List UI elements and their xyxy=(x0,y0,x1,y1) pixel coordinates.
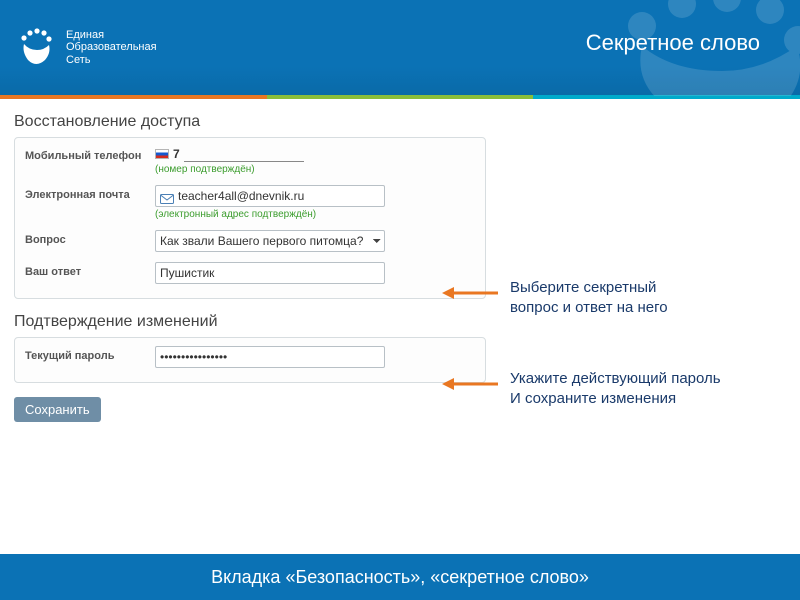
answer-input[interactable] xyxy=(155,262,385,284)
question-label: Вопрос xyxy=(25,230,155,246)
password-input[interactable] xyxy=(155,346,385,368)
answer-label: Ваш ответ xyxy=(25,262,155,278)
callout-line: Выберите секретный xyxy=(510,278,786,298)
arrow-left-icon xyxy=(442,375,498,393)
color-stripe xyxy=(0,95,800,99)
mail-icon xyxy=(160,191,174,201)
callout-question: Выберите секретный вопрос и ответ на нег… xyxy=(502,278,786,319)
brand-line3: Сеть xyxy=(66,54,157,67)
header: Единая Образовательная Сеть Секретное сл… xyxy=(0,0,800,95)
brand-logo: Единая Образовательная Сеть xyxy=(0,26,157,70)
confirm-panel: Текущий пароль xyxy=(14,337,486,383)
content: Восстановление доступа Мобильный телефон… xyxy=(0,99,800,459)
footer-caption: Вкладка «Безопасность», «секретное слово… xyxy=(0,554,800,600)
recovery-title: Восстановление доступа xyxy=(14,113,486,131)
email-label: Электронная почта xyxy=(25,185,155,201)
hand-icon xyxy=(14,26,58,70)
callout-line: Укажите действующий пароль xyxy=(510,369,786,389)
arrow-left-icon xyxy=(442,284,498,302)
russia-flag-icon xyxy=(155,149,169,159)
brand-line1: Единая xyxy=(66,29,157,42)
brand-text: Единая Образовательная Сеть xyxy=(66,29,157,67)
password-label: Текущий пароль xyxy=(25,346,155,362)
recovery-panel: Мобильный телефон 7 (номер подтверждён) … xyxy=(14,137,486,299)
callout-column: Выберите секретный вопрос и ответ на нег… xyxy=(502,113,786,459)
email-input[interactable] xyxy=(178,189,380,203)
phone-code: 7 xyxy=(173,147,180,161)
confirm-title: Подтверждение изменений xyxy=(14,313,486,331)
save-button[interactable]: Сохранить xyxy=(14,397,101,422)
callout-line: вопрос и ответ на него xyxy=(510,298,786,318)
page-title: Секретное слово xyxy=(586,30,760,56)
callout-line: И сохраните изменения xyxy=(510,389,786,409)
email-hint: (электронный адрес подтверждён) xyxy=(155,209,475,220)
question-select[interactable]: Как звали Вашего первого питомца? xyxy=(155,230,385,252)
phone-hint: (номер подтверждён) xyxy=(155,164,475,175)
phone-label: Мобильный телефон xyxy=(25,146,155,162)
form-column: Восстановление доступа Мобильный телефон… xyxy=(14,113,486,459)
email-input-wrap[interactable] xyxy=(155,185,385,207)
brand-line2: Образовательная xyxy=(66,41,157,54)
callout-password: Укажите действующий пароль И сохраните и… xyxy=(502,369,786,410)
phone-input[interactable] xyxy=(184,146,304,162)
